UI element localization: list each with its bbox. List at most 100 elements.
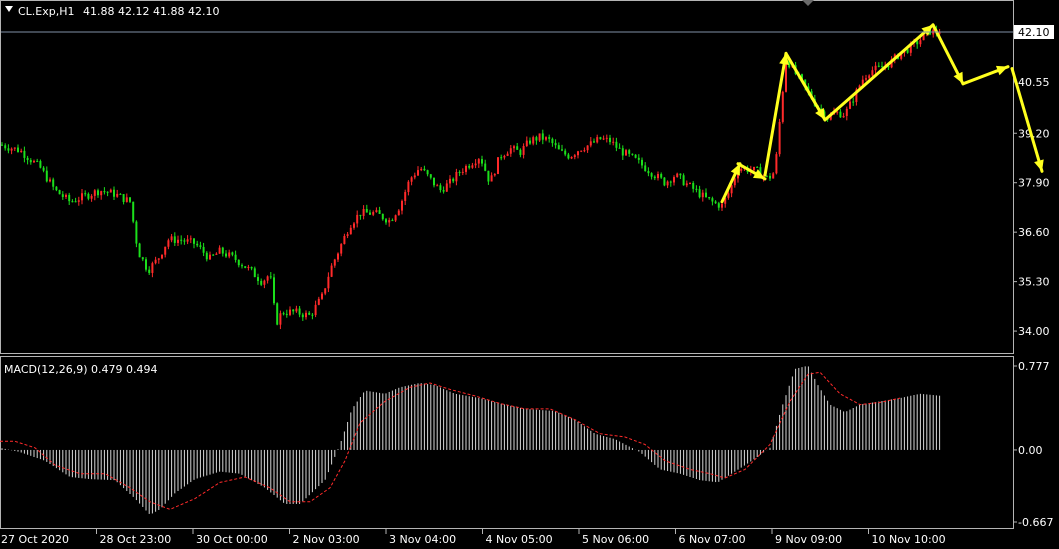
candle-body bbox=[292, 309, 295, 312]
candle-body bbox=[602, 138, 605, 140]
candle-body bbox=[186, 239, 189, 242]
candle-body bbox=[343, 235, 346, 245]
candle-body bbox=[589, 141, 592, 146]
candle-body bbox=[567, 154, 570, 159]
candle-body bbox=[650, 173, 653, 177]
candle-body bbox=[90, 195, 93, 199]
candle-body bbox=[596, 137, 599, 143]
time-tick-label: 27 Oct 2020 bbox=[1, 533, 69, 546]
candle-body bbox=[369, 212, 371, 215]
candle-body bbox=[660, 174, 663, 178]
candle-body bbox=[628, 150, 631, 154]
candle-body bbox=[330, 265, 333, 277]
candle-body bbox=[391, 220, 394, 222]
candle-body bbox=[541, 133, 544, 140]
candle-body bbox=[727, 193, 730, 198]
candle-body bbox=[497, 157, 499, 174]
price-tick-label: 37.90 bbox=[1018, 177, 1050, 190]
candle-body bbox=[701, 192, 704, 198]
candle-body bbox=[692, 182, 695, 189]
candle-body bbox=[26, 157, 29, 161]
candle-body bbox=[839, 111, 842, 118]
candle-body bbox=[305, 312, 307, 318]
candle-body bbox=[551, 138, 554, 144]
candle-body bbox=[845, 108, 848, 116]
candle-body bbox=[100, 191, 103, 196]
candle-body bbox=[311, 314, 314, 316]
candle-body bbox=[193, 238, 195, 244]
candle-body bbox=[609, 137, 611, 143]
candle-body bbox=[532, 137, 535, 144]
candle-body bbox=[564, 150, 567, 155]
candle-body bbox=[455, 172, 458, 182]
time-tick-label: 6 Nov 07:00 bbox=[679, 533, 746, 546]
candle-body bbox=[161, 254, 163, 259]
candle-body bbox=[877, 65, 880, 67]
candle-body bbox=[615, 141, 618, 148]
candle-body bbox=[81, 193, 83, 201]
candle-body bbox=[196, 243, 199, 246]
candle-body bbox=[449, 178, 451, 184]
candle-body bbox=[385, 219, 387, 223]
candle-body bbox=[461, 171, 464, 173]
candle-body bbox=[237, 259, 240, 266]
candle-body bbox=[119, 193, 122, 195]
time-tick-label: 4 Nov 05:00 bbox=[486, 533, 553, 546]
candle-body bbox=[29, 160, 32, 163]
candle-body bbox=[97, 190, 99, 196]
candle-body bbox=[122, 194, 125, 202]
candle-body bbox=[177, 239, 179, 243]
candle-body bbox=[372, 212, 375, 215]
candle-body bbox=[631, 153, 634, 155]
candle-body bbox=[285, 313, 288, 315]
candle-body bbox=[458, 172, 461, 174]
candle-body bbox=[653, 176, 656, 179]
candle-body bbox=[471, 165, 474, 168]
candle-body bbox=[269, 276, 272, 278]
candle-body bbox=[109, 189, 112, 193]
candle-body bbox=[359, 214, 362, 216]
candle-body bbox=[698, 189, 701, 198]
candle-body bbox=[225, 253, 227, 257]
candle-body bbox=[474, 163, 477, 166]
candle-body bbox=[180, 239, 183, 241]
candle-body bbox=[423, 168, 426, 171]
candle-body bbox=[381, 213, 384, 220]
candle-body bbox=[317, 298, 320, 305]
candle-body bbox=[58, 190, 61, 195]
candle-body bbox=[298, 308, 301, 315]
candle-body bbox=[778, 121, 781, 155]
candle-body bbox=[612, 141, 615, 143]
candle-body bbox=[20, 150, 23, 153]
candle-body bbox=[388, 220, 391, 223]
candle-body bbox=[842, 115, 845, 118]
candle-body bbox=[260, 280, 263, 285]
candle-body bbox=[173, 236, 176, 243]
candle-body bbox=[413, 175, 416, 178]
candle-body bbox=[916, 41, 919, 45]
candle-body bbox=[116, 193, 119, 197]
candle-body bbox=[452, 178, 455, 182]
candle-body bbox=[301, 314, 304, 318]
candle-body bbox=[164, 246, 167, 255]
candle-body bbox=[669, 181, 672, 183]
candle-body bbox=[125, 197, 128, 202]
candle-body bbox=[679, 173, 682, 176]
candle-body bbox=[529, 140, 531, 144]
candle-body bbox=[45, 170, 48, 182]
candle-body bbox=[42, 167, 45, 171]
candle-body bbox=[516, 146, 519, 150]
candle-body bbox=[4, 145, 7, 149]
candle-body bbox=[557, 145, 560, 150]
candle-body bbox=[721, 203, 723, 208]
candle-body bbox=[535, 137, 538, 141]
candle-body bbox=[241, 265, 243, 267]
candle-body bbox=[621, 148, 624, 156]
chart-canvas[interactable]: 41.8540.5539.2037.9036.6035.3034.00 0.77… bbox=[0, 0, 1059, 549]
candle-body bbox=[500, 157, 503, 159]
candle-body bbox=[218, 247, 221, 254]
candle-body bbox=[433, 177, 435, 186]
candle-body bbox=[362, 209, 365, 216]
time-tick-label: 30 Oct 00:00 bbox=[196, 533, 268, 546]
candle-body bbox=[263, 280, 266, 285]
